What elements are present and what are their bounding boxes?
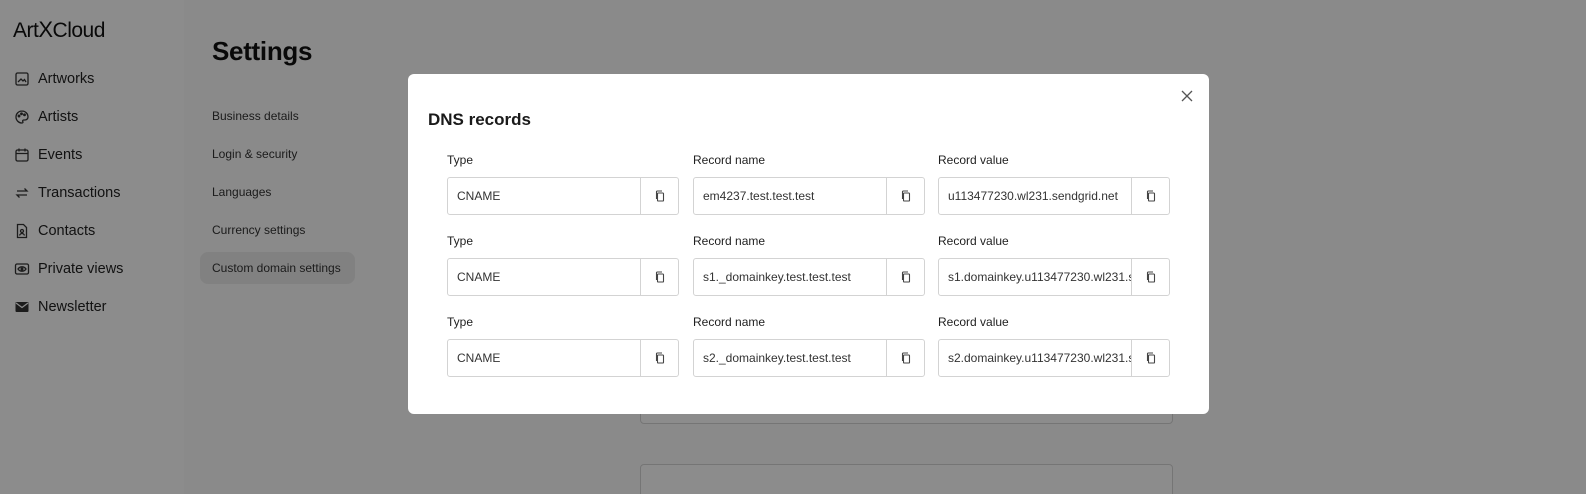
copy-icon bbox=[655, 352, 664, 364]
modal-title: DNS records bbox=[428, 110, 531, 129]
record-value-value[interactable]: s1.domainkey.u113477230.wl231.sendgrid.n… bbox=[939, 259, 1131, 295]
record-name-value[interactable]: em4237.test.test.test bbox=[694, 178, 886, 214]
record-1-type-field: Type CNAME bbox=[447, 151, 679, 215]
record-3-type-field: Type CNAME bbox=[447, 313, 679, 377]
copy-button[interactable] bbox=[886, 340, 924, 376]
field-box: em4237.test.test.test bbox=[693, 177, 925, 215]
copy-button[interactable] bbox=[640, 340, 678, 376]
field-box: u113477230.wl231.sendgrid.net bbox=[938, 177, 1170, 215]
dns-records-modal: DNS records Type CNAME Record name em423… bbox=[408, 74, 1209, 414]
copy-icon bbox=[655, 190, 664, 202]
copy-button[interactable] bbox=[1131, 340, 1169, 376]
copy-button[interactable] bbox=[886, 259, 924, 295]
record-2-type-field: Type CNAME bbox=[447, 232, 679, 296]
record-value-value[interactable]: s2.domainkey.u113477230.wl231.sendgrid.n… bbox=[939, 340, 1131, 376]
copy-button[interactable] bbox=[1131, 259, 1169, 295]
record-2-name-field: Record name s1._domainkey.test.test.test bbox=[693, 232, 925, 296]
field-box: CNAME bbox=[447, 258, 679, 296]
record-name-value[interactable]: s2._domainkey.test.test.test bbox=[694, 340, 886, 376]
copy-icon bbox=[901, 352, 910, 364]
copy-button[interactable] bbox=[640, 178, 678, 214]
copy-icon bbox=[1146, 190, 1155, 202]
copy-icon bbox=[901, 190, 910, 202]
record-value-value[interactable]: u113477230.wl231.sendgrid.net bbox=[939, 178, 1131, 214]
field-label: Type bbox=[447, 234, 474, 248]
field-label: Record name bbox=[693, 234, 766, 248]
copy-icon bbox=[901, 271, 910, 283]
record-1-name-field: Record name em4237.test.test.test bbox=[693, 151, 925, 215]
copy-icon bbox=[655, 271, 664, 283]
copy-button[interactable] bbox=[886, 178, 924, 214]
record-name-value[interactable]: s1._domainkey.test.test.test bbox=[694, 259, 886, 295]
field-label: Type bbox=[447, 153, 474, 167]
field-label: Type bbox=[447, 315, 474, 329]
copy-icon bbox=[1146, 352, 1155, 364]
field-box: s1.domainkey.u113477230.wl231.sendgrid.n… bbox=[938, 258, 1170, 296]
copy-button[interactable] bbox=[640, 259, 678, 295]
field-box: s2.domainkey.u113477230.wl231.sendgrid.n… bbox=[938, 339, 1170, 377]
field-box: s2._domainkey.test.test.test bbox=[693, 339, 925, 377]
field-label: Record name bbox=[693, 315, 766, 329]
field-box: CNAME bbox=[447, 177, 679, 215]
record-3-value-field: Record value s2.domainkey.u113477230.wl2… bbox=[938, 313, 1170, 377]
field-label: Record value bbox=[938, 153, 1009, 167]
record-type-value[interactable]: CNAME bbox=[448, 340, 640, 376]
record-3-name-field: Record name s2._domainkey.test.test.test bbox=[693, 313, 925, 377]
close-button[interactable] bbox=[1179, 88, 1195, 104]
field-box: s1._domainkey.test.test.test bbox=[693, 258, 925, 296]
field-label: Record value bbox=[938, 234, 1009, 248]
record-type-value[interactable]: CNAME bbox=[448, 178, 640, 214]
copy-icon bbox=[1146, 271, 1155, 283]
record-1-value-field: Record value u113477230.wl231.sendgrid.n… bbox=[938, 151, 1170, 215]
field-label: Record name bbox=[693, 153, 766, 167]
close-icon bbox=[1181, 90, 1193, 102]
record-2-value-field: Record value s1.domainkey.u113477230.wl2… bbox=[938, 232, 1170, 296]
field-box: CNAME bbox=[447, 339, 679, 377]
copy-button[interactable] bbox=[1131, 178, 1169, 214]
field-label: Record value bbox=[938, 315, 1009, 329]
record-type-value[interactable]: CNAME bbox=[448, 259, 640, 295]
